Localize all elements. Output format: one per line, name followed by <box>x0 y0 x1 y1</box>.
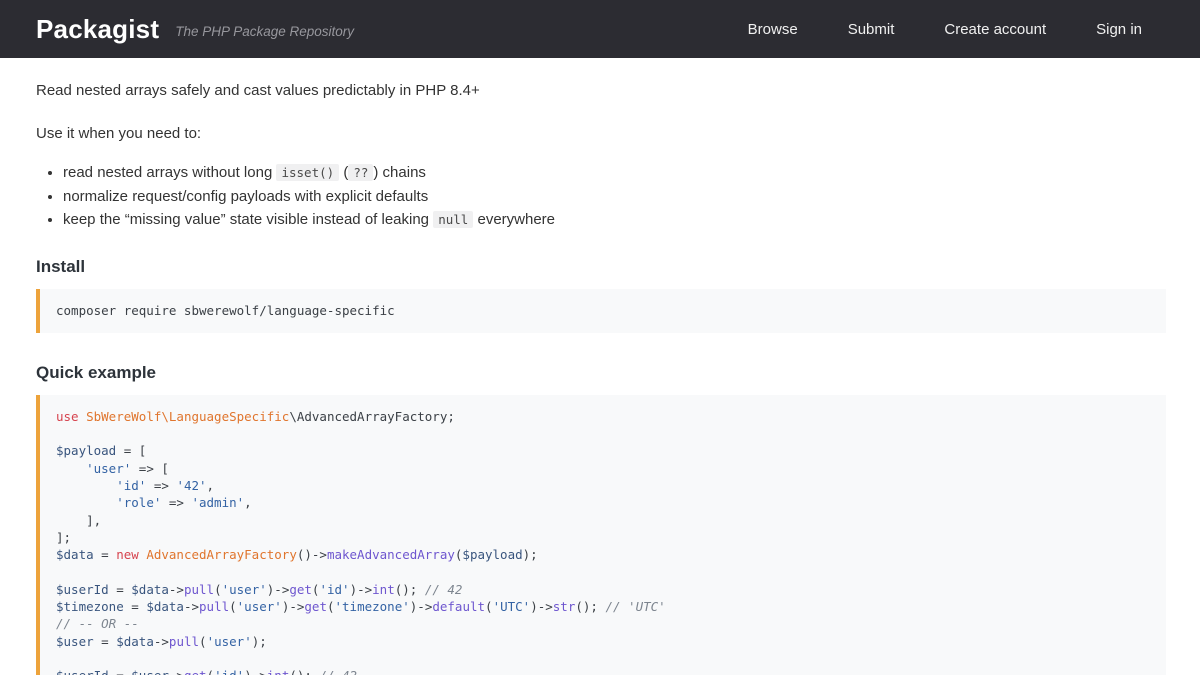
nav-submit[interactable]: Submit <box>848 21 895 38</box>
code-line: 'role' => 'admin', <box>56 494 1150 511</box>
code-line: $user = $data->pull('user'); <box>56 633 1150 650</box>
code-line: $userId = $user->get('id')->int(); // 42 <box>56 667 1150 675</box>
code-line: ], <box>56 512 1150 529</box>
example-code-block: use SbWereWolf\LanguageSpecific\Advanced… <box>36 395 1166 675</box>
code-line: $data = new AdvancedArrayFactory()->make… <box>56 546 1150 563</box>
quick-example-heading: Quick example <box>36 363 1166 383</box>
install-heading: Install <box>36 257 1166 277</box>
intro-paragraph: Read nested arrays safely and cast value… <box>36 80 1166 101</box>
main-nav: Browse Submit Create account Sign in <box>748 21 1142 38</box>
code-line: use SbWereWolf\LanguageSpecific\Advanced… <box>56 408 1150 425</box>
nav-create-account[interactable]: Create account <box>944 21 1046 38</box>
code-line: // -- OR -- <box>56 615 1150 632</box>
use-when-paragraph: Use it when you need to: <box>36 123 1166 144</box>
packagist-logo[interactable]: Packagist <box>36 14 159 45</box>
code-line <box>56 425 1150 442</box>
code-line <box>56 650 1150 667</box>
code-line: $timezone = $data->pull('user')->get('ti… <box>56 598 1150 615</box>
tagline: The PHP Package Repository <box>175 24 354 39</box>
code-line: 'user' => [ <box>56 460 1150 477</box>
readme-content: Read nested arrays safely and cast value… <box>0 58 1200 675</box>
use-case-list: read nested arrays without long isset() … <box>63 161 1166 232</box>
code-line: composer require sbwerewolf/language-spe… <box>56 302 1150 319</box>
code-line <box>56 563 1150 580</box>
nav-sign-in[interactable]: Sign in <box>1096 21 1142 38</box>
install-code-block: composer require sbwerewolf/language-spe… <box>36 289 1166 333</box>
list-item: keep the “missing value” state visible i… <box>63 208 1166 232</box>
inline-code: ?? <box>348 164 373 181</box>
nav-browse[interactable]: Browse <box>748 21 798 38</box>
header: Packagist The PHP Package Repository Bro… <box>0 0 1200 58</box>
code-line: ]; <box>56 529 1150 546</box>
code-line: 'id' => '42', <box>56 477 1150 494</box>
list-item: read nested arrays without long isset() … <box>63 161 1166 185</box>
list-item: normalize request/config payloads with e… <box>63 185 1166 209</box>
inline-code: isset() <box>276 164 339 181</box>
inline-code: null <box>433 211 473 228</box>
code-line: $payload = [ <box>56 442 1150 459</box>
code-line: $userId = $data->pull('user')->get('id')… <box>56 581 1150 598</box>
